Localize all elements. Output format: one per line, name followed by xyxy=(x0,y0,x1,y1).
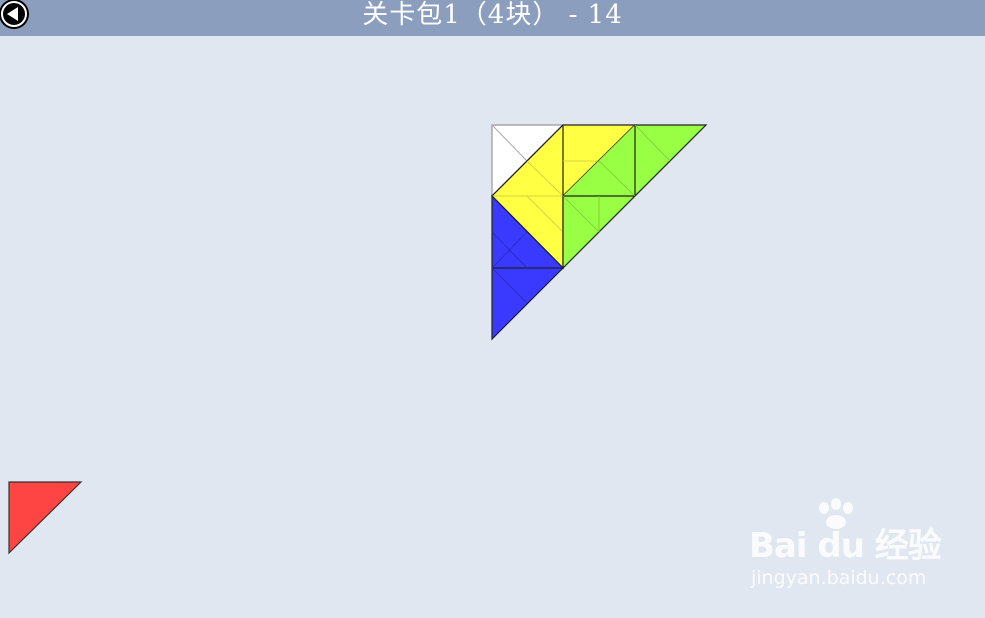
red-piece[interactable] xyxy=(8,481,83,555)
puzzle-target xyxy=(491,124,708,341)
watermark-logo: Bai du 经验 xyxy=(749,526,942,566)
watermark-url: jingyan.baidu.com xyxy=(751,567,927,589)
baidu-watermark: Bai du 经验 jingyan.baidu.com xyxy=(749,498,942,596)
